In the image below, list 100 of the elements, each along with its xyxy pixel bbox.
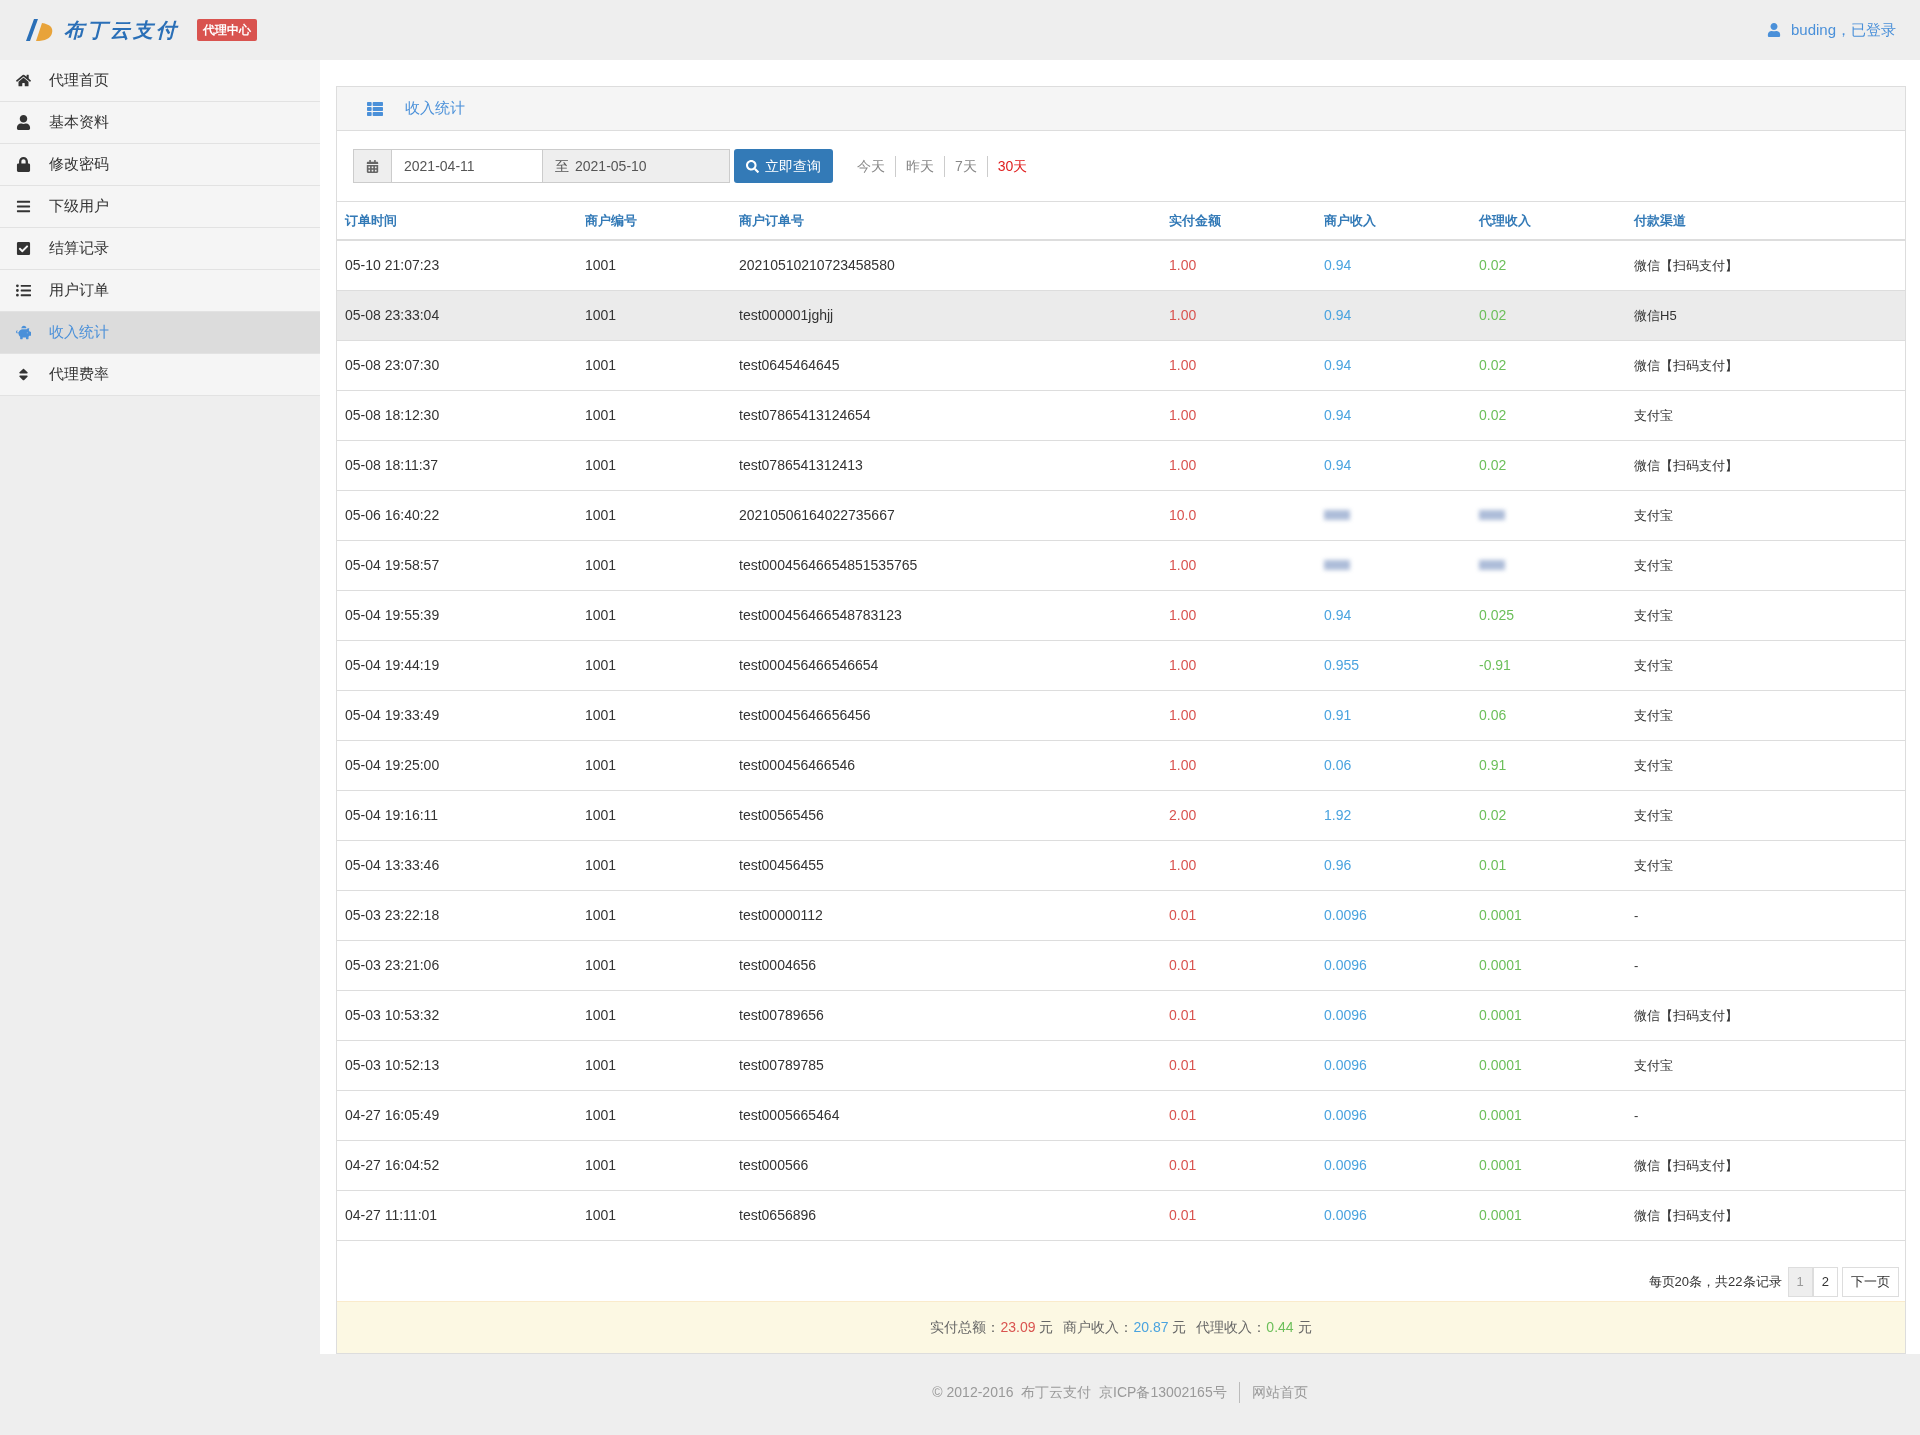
agent-income: 0.06 <box>1479 707 1507 723</box>
date-shortcut-link[interactable]: 7天 <box>944 155 987 177</box>
column-header: 代理收入 <box>1477 211 1532 230</box>
table-cell-text: test00565456 <box>738 806 825 825</box>
agent-income: 0.02 <box>1479 307 1507 323</box>
agent-income: 0.02 <box>1479 357 1507 373</box>
table-cell-text: 1.00 <box>1168 656 1198 675</box>
agent-income: 0.0001 <box>1479 1157 1522 1173</box>
column-header: 付款渠道 <box>1632 211 1687 230</box>
sidebar-item[interactable]: 结算记录 <box>0 228 320 270</box>
blurred-value <box>1479 510 1505 520</box>
piggy-bank-icon <box>16 325 31 340</box>
agent-income: 0.02 <box>1479 407 1507 423</box>
next-page-button[interactable]: 下一页 <box>1842 1267 1899 1297</box>
table-cell-text: 1001 <box>584 356 618 375</box>
table-cell-text: test0656896 <box>738 1206 818 1225</box>
table-cell-text: 支付宝 <box>1633 506 1674 525</box>
date-range-field[interactable]: 2021-04-11 至 2021-05-10 <box>353 149 730 183</box>
sidebar-item[interactable]: 用户订单 <box>0 270 320 312</box>
table-row[interactable]: 05-08 23:33:04 1001 test000001jghjj 1.00 0.94 0.02 微信H5 <box>337 291 1905 341</box>
merchant-income: 0.94 <box>1324 607 1352 623</box>
table-cell-text: 05-03 23:22:18 <box>344 906 441 925</box>
table-cell-text: 1001 <box>584 1206 618 1225</box>
table-cell-text: 支付宝 <box>1633 856 1674 875</box>
list-icon <box>367 100 383 117</box>
merchant-income: 0.0096 <box>1324 1207 1367 1223</box>
table-cell-text: 1001 <box>584 806 618 825</box>
column-header: 商户收入 <box>1323 211 1377 230</box>
panel-title: 收入统计 <box>405 98 465 119</box>
table-cell-text: 支付宝 <box>1633 406 1674 425</box>
merchant-income: 0.91 <box>1324 707 1352 723</box>
sidebar-item[interactable]: 下级用户 <box>0 186 320 228</box>
table-cell-text: 04-27 11:11:01 <box>344 1206 439 1225</box>
table-cell-text: 1001 <box>584 1106 618 1125</box>
table-cell-text: test000456466546654 <box>738 656 880 675</box>
merchant-income: 1.92 <box>1324 807 1352 823</box>
sidebar-item[interactable]: 代理费率 <box>0 354 320 396</box>
table-cell-text: 1001 <box>584 256 618 275</box>
agent-income: 0.0001 <box>1479 1007 1522 1023</box>
agent-income: 0.0001 <box>1479 1107 1522 1123</box>
table-cell-text: test000456466546 <box>738 756 856 775</box>
date-shortcut-link[interactable]: 今天 <box>847 155 895 177</box>
table-cell-text: 05-04 19:58:57 <box>344 556 441 575</box>
table-cell-text: 微信【扫码支付】 <box>1633 1206 1739 1225</box>
table-cell-text: 支付宝 <box>1633 756 1674 775</box>
agent-income: -0.91 <box>1479 657 1511 673</box>
table-cell-text: - <box>1633 906 1640 925</box>
list-icon <box>16 283 31 298</box>
table-cell-text: 05-08 18:12:30 <box>344 406 441 425</box>
table-cell-text: 05-04 19:55:39 <box>344 606 441 625</box>
total-summary: 实付总额：23.09 元 <box>930 1318 1054 1337</box>
table-cell-text: 1001 <box>584 1156 618 1175</box>
table-cell-text: 1001 <box>584 956 618 975</box>
agent-center-badge: 代理中心 <box>197 19 257 41</box>
table-cell-text: 微信【扫码支付】 <box>1633 1006 1739 1025</box>
table-cell-text: 05-04 19:25:00 <box>344 756 441 775</box>
sort-arrows-icon <box>16 367 31 382</box>
user-icon <box>1766 23 1781 37</box>
sidebar-item[interactable]: 基本资料 <box>0 102 320 144</box>
column-header: 商户订单号 <box>738 211 805 230</box>
table-cell-text: 1.00 <box>1168 856 1198 875</box>
table-cell-text: 1001 <box>584 706 618 725</box>
table-cell-text: test00456455 <box>738 856 825 875</box>
table-cell-text: test0645464645 <box>738 356 841 375</box>
merchant-income: 0.94 <box>1324 457 1352 473</box>
table-cell-text: 1001 <box>584 756 618 775</box>
agent-income: 0.02 <box>1479 457 1507 473</box>
table-cell-text: 05-04 19:33:49 <box>344 706 441 725</box>
table-cell-text: 1.00 <box>1168 456 1198 475</box>
table-cell-text: test00000112 <box>738 906 824 925</box>
table-cell-text: 支付宝 <box>1633 1056 1674 1075</box>
merchant-income: 0.0096 <box>1324 1007 1367 1023</box>
date-shortcut-link[interactable]: 30天 <box>986 155 1038 177</box>
table-cell-text: 05-03 10:52:13 <box>344 1056 441 1075</box>
table-cell-text: test000566 <box>738 1156 810 1175</box>
table-cell-text: test00789656 <box>738 1006 825 1025</box>
merchant-income: 0.0096 <box>1324 1057 1367 1073</box>
table-cell-text: 05-10 21:07:23 <box>344 256 441 275</box>
search-button[interactable]: 立即查询 <box>734 149 833 183</box>
table-cell-text: test000001jghjj <box>738 306 835 325</box>
date-shortcut-link[interactable]: 昨天 <box>895 155 944 177</box>
agent-income: 0.025 <box>1479 607 1515 623</box>
table-cell-text: 0.01 <box>1168 1156 1198 1175</box>
table-cell-text: 微信【扫码支付】 <box>1633 1156 1739 1175</box>
merchant-income: 0.94 <box>1324 257 1352 273</box>
table-cell-text: 支付宝 <box>1633 706 1674 725</box>
table-cell-text: 10.0 <box>1168 506 1198 525</box>
agent-income: 0.0001 <box>1479 1207 1522 1223</box>
table-cell-text: 1001 <box>584 1056 618 1075</box>
calendar-icon <box>366 159 379 173</box>
sidebar-item[interactable]: 代理首页 <box>0 60 320 102</box>
table-cell-text: 0.01 <box>1168 1056 1198 1075</box>
page-button[interactable]: 2 <box>1812 1267 1838 1297</box>
table-cell-text: test0005665464 <box>738 1106 841 1125</box>
table-cell-text: 05-04 19:44:19 <box>344 656 441 675</box>
table-cell-text: test0004656 <box>738 956 818 975</box>
agent-income: 0.91 <box>1479 757 1507 773</box>
table-cell-text: 1.00 <box>1168 406 1198 425</box>
sidebar-item[interactable]: 修改密码 <box>0 144 320 186</box>
merchant-income: 0.94 <box>1324 307 1352 323</box>
